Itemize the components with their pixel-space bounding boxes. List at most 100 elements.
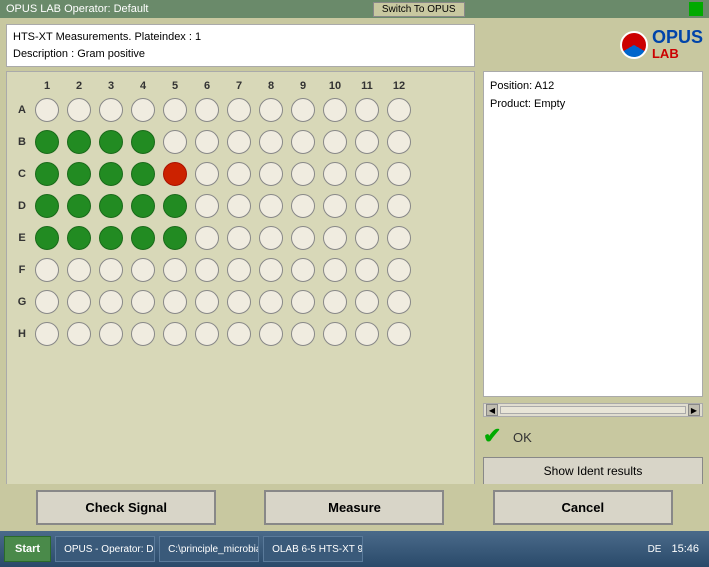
- well-G9[interactable]: [287, 286, 319, 318]
- well-H4[interactable]: [127, 318, 159, 350]
- well-A10[interactable]: [319, 94, 351, 126]
- well-C7[interactable]: [223, 158, 255, 190]
- well-G2[interactable]: [63, 286, 95, 318]
- well-B12[interactable]: [383, 126, 415, 158]
- well-B8[interactable]: [255, 126, 287, 158]
- show-ident-button[interactable]: Show Ident results: [483, 457, 703, 485]
- well-A2[interactable]: [63, 94, 95, 126]
- well-H1[interactable]: [31, 318, 63, 350]
- well-B10[interactable]: [319, 126, 351, 158]
- well-H11[interactable]: [351, 318, 383, 350]
- well-F7[interactable]: [223, 254, 255, 286]
- well-F8[interactable]: [255, 254, 287, 286]
- well-H3[interactable]: [95, 318, 127, 350]
- scroll-track[interactable]: [500, 406, 686, 414]
- horizontal-scrollbar[interactable]: ◀ ▶: [483, 403, 703, 417]
- well-C6[interactable]: [191, 158, 223, 190]
- well-E5[interactable]: [159, 222, 191, 254]
- well-C1[interactable]: [31, 158, 63, 190]
- well-D11[interactable]: [351, 190, 383, 222]
- well-A3[interactable]: [95, 94, 127, 126]
- well-C10[interactable]: [319, 158, 351, 190]
- well-D7[interactable]: [223, 190, 255, 222]
- well-F10[interactable]: [319, 254, 351, 286]
- well-C4[interactable]: [127, 158, 159, 190]
- well-A7[interactable]: [223, 94, 255, 126]
- well-D3[interactable]: [95, 190, 127, 222]
- well-F4[interactable]: [127, 254, 159, 286]
- cancel-button[interactable]: Cancel: [493, 490, 673, 525]
- well-G8[interactable]: [255, 286, 287, 318]
- well-G12[interactable]: [383, 286, 415, 318]
- scroll-right-arrow[interactable]: ▶: [688, 404, 700, 416]
- well-B2[interactable]: [63, 126, 95, 158]
- well-B7[interactable]: [223, 126, 255, 158]
- well-D1[interactable]: [31, 190, 63, 222]
- well-F3[interactable]: [95, 254, 127, 286]
- well-F6[interactable]: [191, 254, 223, 286]
- well-A6[interactable]: [191, 94, 223, 126]
- well-D4[interactable]: [127, 190, 159, 222]
- well-H10[interactable]: [319, 318, 351, 350]
- well-B3[interactable]: [95, 126, 127, 158]
- well-E6[interactable]: [191, 222, 223, 254]
- well-G1[interactable]: [31, 286, 63, 318]
- measure-button[interactable]: Measure: [264, 490, 444, 525]
- well-B1[interactable]: [31, 126, 63, 158]
- well-A11[interactable]: [351, 94, 383, 126]
- well-H12[interactable]: [383, 318, 415, 350]
- well-D6[interactable]: [191, 190, 223, 222]
- well-A5[interactable]: [159, 94, 191, 126]
- well-B5[interactable]: [159, 126, 191, 158]
- well-H6[interactable]: [191, 318, 223, 350]
- well-E11[interactable]: [351, 222, 383, 254]
- well-H2[interactable]: [63, 318, 95, 350]
- well-E3[interactable]: [95, 222, 127, 254]
- well-H5[interactable]: [159, 318, 191, 350]
- well-B6[interactable]: [191, 126, 223, 158]
- well-A4[interactable]: [127, 94, 159, 126]
- well-C9[interactable]: [287, 158, 319, 190]
- well-E4[interactable]: [127, 222, 159, 254]
- well-C8[interactable]: [255, 158, 287, 190]
- well-F11[interactable]: [351, 254, 383, 286]
- taskbar-item-olab[interactable]: OLAB 6-5 HTS-XT 96T...: [263, 536, 363, 562]
- scroll-left-arrow[interactable]: ◀: [486, 404, 498, 416]
- well-B4[interactable]: [127, 126, 159, 158]
- well-E1[interactable]: [31, 222, 63, 254]
- well-G3[interactable]: [95, 286, 127, 318]
- well-B11[interactable]: [351, 126, 383, 158]
- well-C2[interactable]: [63, 158, 95, 190]
- well-D8[interactable]: [255, 190, 287, 222]
- well-E7[interactable]: [223, 222, 255, 254]
- well-G10[interactable]: [319, 286, 351, 318]
- well-H7[interactable]: [223, 318, 255, 350]
- well-D5[interactable]: [159, 190, 191, 222]
- well-H9[interactable]: [287, 318, 319, 350]
- well-B9[interactable]: [287, 126, 319, 158]
- well-A8[interactable]: [255, 94, 287, 126]
- well-C5[interactable]: [159, 158, 191, 190]
- well-A1[interactable]: [31, 94, 63, 126]
- well-G4[interactable]: [127, 286, 159, 318]
- well-G6[interactable]: [191, 286, 223, 318]
- well-F9[interactable]: [287, 254, 319, 286]
- well-E9[interactable]: [287, 222, 319, 254]
- start-button[interactable]: Start: [4, 536, 51, 562]
- well-D2[interactable]: [63, 190, 95, 222]
- well-A9[interactable]: [287, 94, 319, 126]
- well-G11[interactable]: [351, 286, 383, 318]
- switch-to-opus-button[interactable]: Switch To OPUS: [373, 2, 465, 17]
- well-G5[interactable]: [159, 286, 191, 318]
- check-signal-button[interactable]: Check Signal: [36, 490, 216, 525]
- well-F1[interactable]: [31, 254, 63, 286]
- well-F2[interactable]: [63, 254, 95, 286]
- well-A12[interactable]: [383, 94, 415, 126]
- well-D12[interactable]: [383, 190, 415, 222]
- well-D10[interactable]: [319, 190, 351, 222]
- well-F12[interactable]: [383, 254, 415, 286]
- well-E12[interactable]: [383, 222, 415, 254]
- well-G7[interactable]: [223, 286, 255, 318]
- well-E10[interactable]: [319, 222, 351, 254]
- well-D9[interactable]: [287, 190, 319, 222]
